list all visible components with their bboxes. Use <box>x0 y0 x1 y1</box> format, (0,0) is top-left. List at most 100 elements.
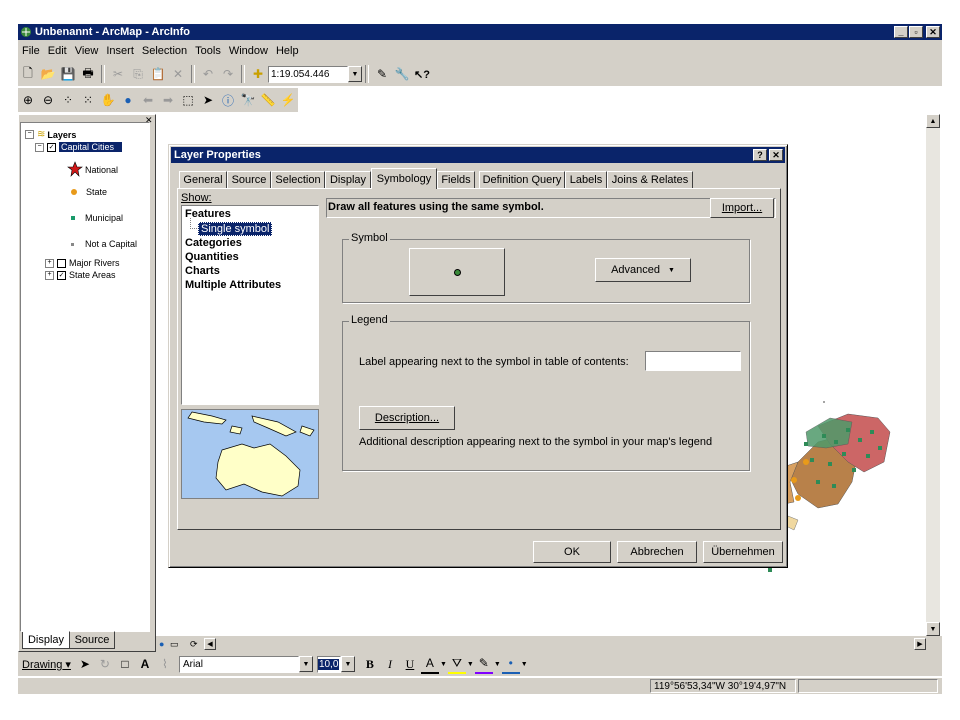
list-item-single-symbol[interactable]: Single symbol <box>198 222 273 236</box>
font-name-combobox[interactable]: Arial <box>178 655 299 673</box>
refresh-view-icon[interactable]: ⟳ <box>190 639 198 650</box>
toc-layer-state-areas[interactable]: + ✓ State Areas <box>45 270 116 280</box>
list-item-categories[interactable]: Categories <box>185 237 242 249</box>
font-size-dropdown-button[interactable]: ▼ <box>340 656 355 672</box>
select-elements-icon[interactable]: ➤ <box>199 91 217 109</box>
minimize-button[interactable]: _ <box>894 26 908 38</box>
layer-visibility-checkbox[interactable] <box>57 258 66 268</box>
print-icon[interactable]: 🖶 <box>79 65 97 83</box>
list-item-quantities[interactable]: Quantities <box>185 251 239 263</box>
map-vertical-scrollbar[interactable] <box>926 114 940 636</box>
data-view-icon[interactable]: ● <box>159 639 164 649</box>
menu-tools[interactable]: Tools <box>191 45 225 57</box>
select-features-icon[interactable]: ⬚ <box>179 91 197 109</box>
copy-icon[interactable]: ⎘ <box>129 65 147 83</box>
toc-layer-capital-cities[interactable]: − ✓ Capital Cities <box>35 142 123 152</box>
fixed-zoom-in-icon[interactable]: ⁘ <box>59 91 77 109</box>
expand-icon[interactable]: + <box>45 258 54 268</box>
apply-button[interactable]: Übernehmen <box>703 541 783 563</box>
scroll-down-button[interactable]: ▼ <box>926 622 940 636</box>
tab-fields[interactable]: Fields <box>437 171 475 188</box>
list-item-multiple-attributes[interactable]: Multiple Attributes <box>185 279 281 291</box>
tab-source[interactable]: Source <box>227 171 271 188</box>
symbol-preview-button[interactable] <box>409 248 505 296</box>
marker-color-dropdown-icon[interactable]: ▼ <box>521 661 528 668</box>
dialog-help-button[interactable]: ? <box>753 149 767 161</box>
drawing-menu-button[interactable]: Drawing ▾ <box>18 658 75 671</box>
list-item-charts[interactable]: Charts <box>185 265 220 277</box>
scroll-right-button[interactable]: ▶ <box>914 638 926 650</box>
tab-selection[interactable]: Selection <box>271 171 325 188</box>
menu-insert[interactable]: Insert <box>102 45 138 57</box>
layer-visibility-checkbox[interactable]: ✓ <box>57 270 66 280</box>
identify-icon[interactable]: ⓘ <box>219 91 237 109</box>
toc-layer-major-rivers[interactable]: + Major Rivers <box>45 258 120 268</box>
fill-color-icon[interactable]: ⛛ <box>447 654 466 674</box>
rectangle-icon[interactable]: □ <box>116 655 134 673</box>
paste-icon[interactable]: 📋 <box>149 65 167 83</box>
dialog-titlebar[interactable]: Layer Properties ? ✕ <box>171 147 785 163</box>
menu-help[interactable]: Help <box>272 45 303 57</box>
italic-button[interactable]: I <box>381 655 399 673</box>
menu-file[interactable]: File <box>18 45 44 57</box>
new-document-icon[interactable]: 🗋 <box>19 65 37 83</box>
font-color-button[interactable]: A <box>420 654 439 674</box>
edit-vertices-icon[interactable]: ⌇ <box>156 655 174 673</box>
menu-edit[interactable]: Edit <box>44 45 71 57</box>
font-name-dropdown-button[interactable]: ▼ <box>298 656 313 672</box>
tab-display[interactable]: Display <box>325 171 371 188</box>
maximize-button[interactable]: ▫ <box>909 26 923 38</box>
dialog-close-button[interactable]: ✕ <box>769 149 783 161</box>
full-extent-icon[interactable]: ● <box>119 91 137 109</box>
expand-icon[interactable]: + <box>45 270 54 280</box>
tab-symbology[interactable]: Symbology <box>371 168 437 189</box>
zoom-in-icon[interactable]: ⊕ <box>19 91 37 109</box>
import-button[interactable]: Import... <box>710 198 774 218</box>
delete-icon[interactable]: ✕ <box>169 65 187 83</box>
undo-icon[interactable]: ↶ <box>199 65 217 83</box>
fill-color-dropdown-icon[interactable]: ▼ <box>467 661 474 668</box>
show-renderer-list[interactable]: Features Single symbol Categories Quanti… <box>181 205 319 405</box>
underline-button[interactable]: U <box>401 655 419 673</box>
select-elements-icon[interactable]: ➤ <box>76 655 94 673</box>
description-button[interactable]: Description... <box>359 406 455 430</box>
toc-tab-display[interactable]: Display <box>22 632 70 649</box>
toc-root-row[interactable]: − ≋ Layers <box>25 129 76 140</box>
arctoolbox-icon[interactable]: 🔧 <box>393 65 411 83</box>
forward-extent-icon[interactable]: ➡ <box>159 91 177 109</box>
find-icon[interactable]: 🔭 <box>239 91 257 109</box>
layout-view-icon[interactable]: ▭ <box>170 639 179 650</box>
tab-general[interactable]: General <box>179 171 227 188</box>
tab-definition-query[interactable]: Definition Query <box>479 171 565 188</box>
font-size-combobox[interactable]: 10,0 <box>316 655 341 673</box>
menu-window[interactable]: Window <box>225 45 272 57</box>
back-extent-icon[interactable]: ⬅ <box>139 91 157 109</box>
line-color-icon[interactable]: ✎ <box>474 654 493 674</box>
zoom-out-icon[interactable]: ⊖ <box>39 91 57 109</box>
close-window-button[interactable]: ✕ <box>926 26 940 38</box>
pan-icon[interactable]: ✋ <box>99 91 117 109</box>
redo-icon[interactable]: ↷ <box>219 65 237 83</box>
collapse-icon[interactable]: − <box>35 142 44 152</box>
legend-label-input[interactable] <box>645 351 741 371</box>
new-text-icon[interactable]: A <box>136 655 154 673</box>
tab-joins-relates[interactable]: Joins & Relates <box>607 171 693 188</box>
bold-button[interactable]: B <box>361 655 379 673</box>
rotate-icon[interactable]: ↻ <box>96 655 114 673</box>
hyperlink-icon[interactable]: ⚡ <box>279 91 297 109</box>
marker-color-icon[interactable]: • <box>501 654 520 674</box>
tab-labels[interactable]: Labels <box>565 171 607 188</box>
scale-dropdown-button[interactable]: ▼ <box>348 66 362 82</box>
layer-visibility-checkbox[interactable]: ✓ <box>47 142 56 152</box>
scroll-up-button[interactable]: ▲ <box>926 114 940 128</box>
open-icon[interactable]: 📂 <box>39 65 57 83</box>
ok-button[interactable]: OK <box>533 541 611 563</box>
editor-toolbar-icon[interactable]: ✎ <box>373 65 391 83</box>
cancel-button[interactable]: Abbrechen <box>617 541 697 563</box>
cut-icon[interactable]: ✂ <box>109 65 127 83</box>
layer-name-capital-cities[interactable]: Capital Cities <box>59 142 123 152</box>
save-icon[interactable]: 💾 <box>59 65 77 83</box>
menu-view[interactable]: View <box>71 45 103 57</box>
advanced-button[interactable]: Advanced ▼ <box>595 258 691 282</box>
window-titlebar[interactable]: Unbenannt - ArcMap - ArcInfo _ ▫ ✕ <box>18 24 942 40</box>
